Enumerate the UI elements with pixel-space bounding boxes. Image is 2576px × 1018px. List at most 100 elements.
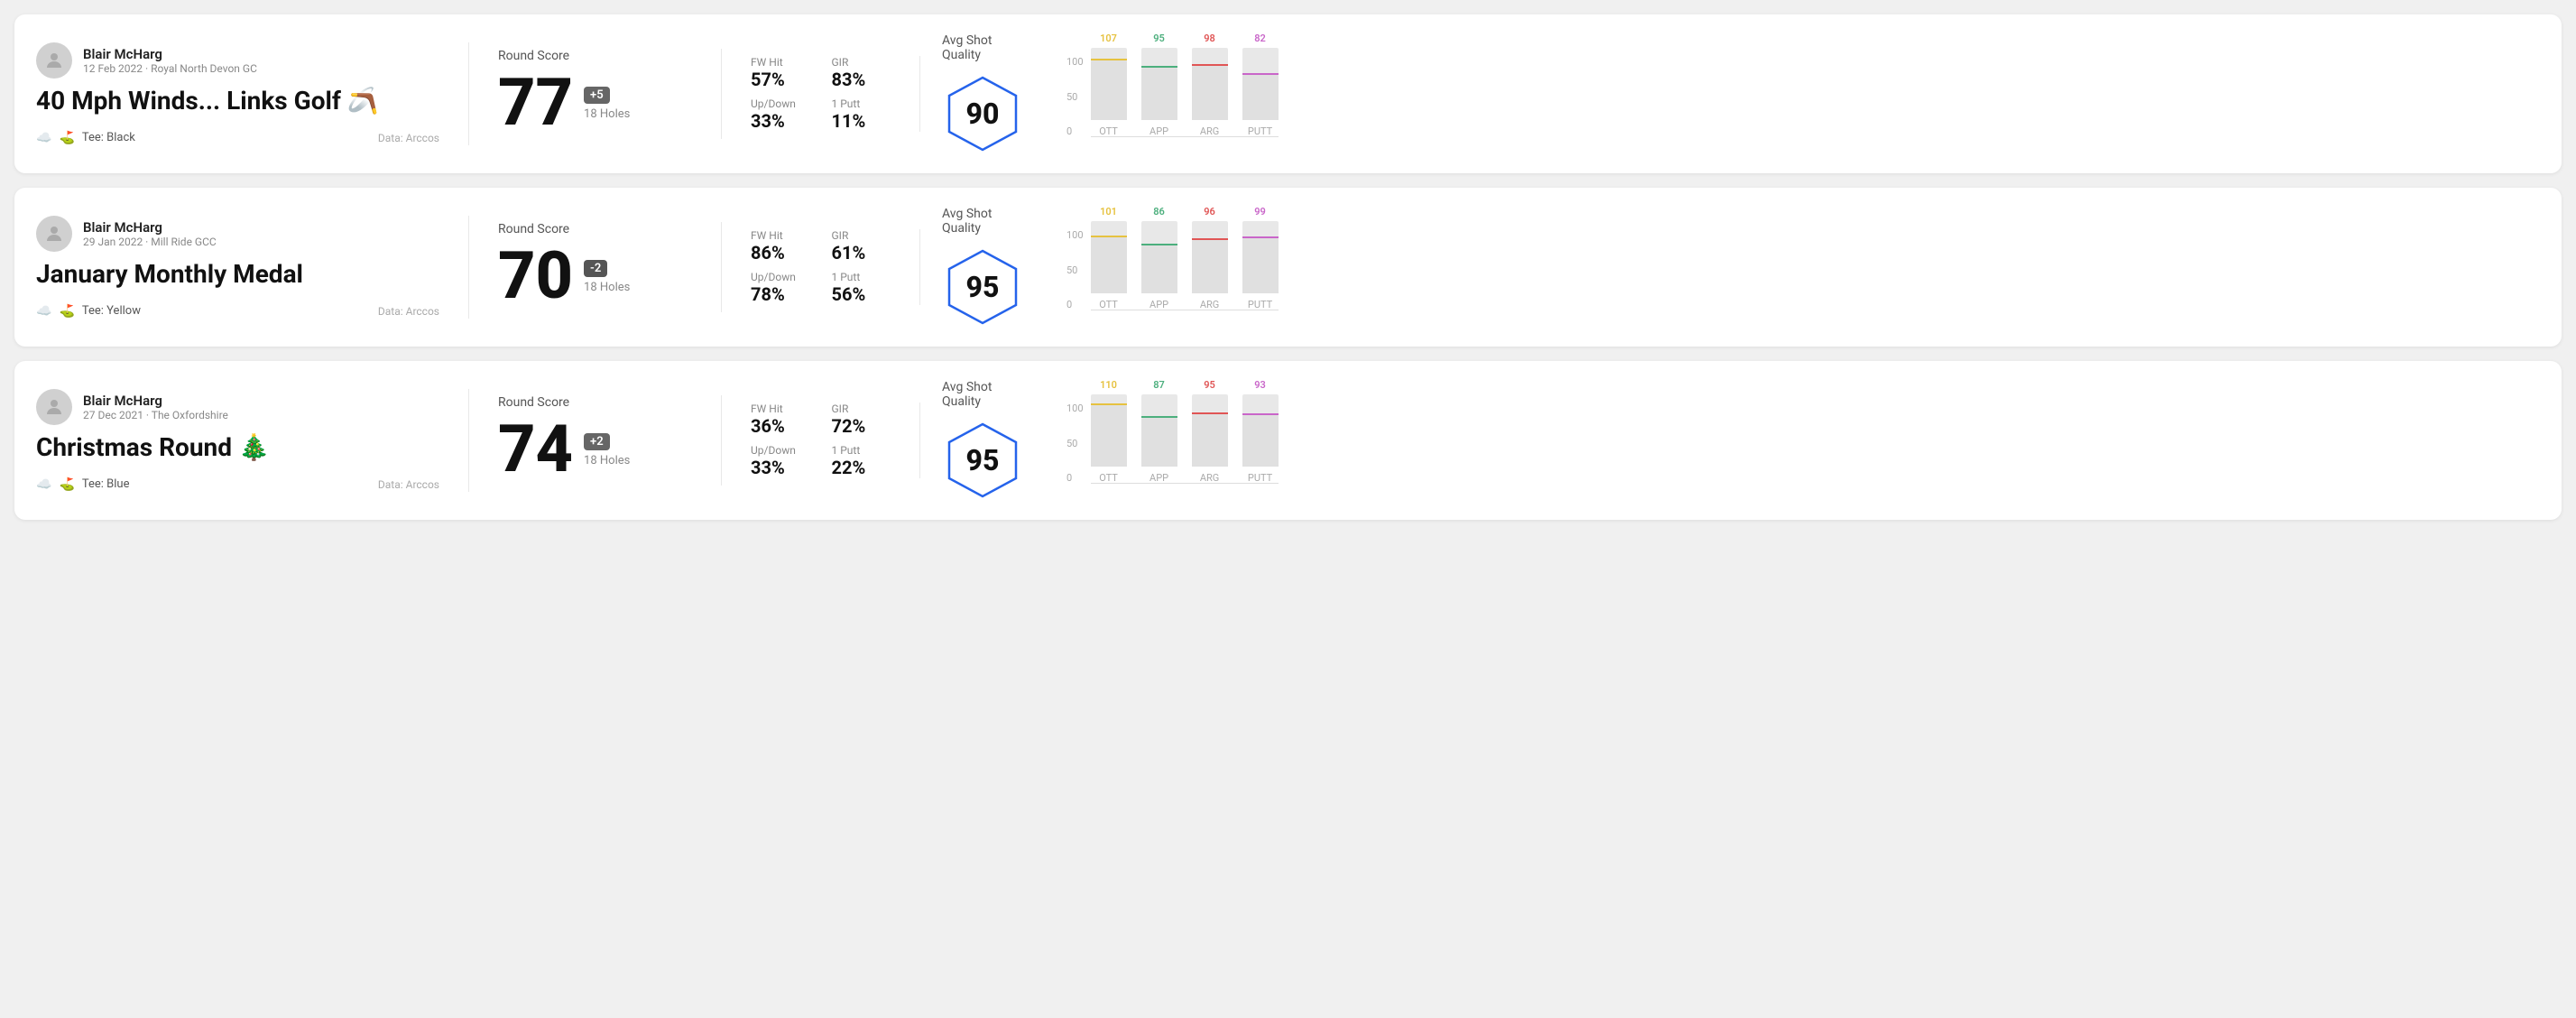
stat-item: GIR 61% xyxy=(832,229,891,264)
bar-group-app: 86 APP xyxy=(1141,206,1177,310)
y-0: 0 xyxy=(1066,472,1084,484)
user-row: Blair McHarg 27 Dec 2021 · The Oxfordshi… xyxy=(36,389,439,425)
bar-group-putt: 82 PUTT xyxy=(1242,32,1279,137)
bar-line xyxy=(1192,64,1228,66)
stat-label: GIR xyxy=(832,229,891,242)
bar-fill-bg xyxy=(1141,418,1177,467)
bar-container xyxy=(1192,394,1228,467)
stat-label: 1 Putt xyxy=(832,271,891,283)
stat-value: 36% xyxy=(751,415,810,437)
left-section: Blair McHarg 29 Jan 2022 · Mill Ride GCC… xyxy=(36,216,469,319)
score-value: 74 xyxy=(498,417,573,482)
tee-info: ☁️ ⛳ Tee: Black xyxy=(36,131,135,145)
bar-line xyxy=(1141,66,1177,68)
avatar xyxy=(36,389,72,425)
data-source: Data: Arccos xyxy=(378,132,439,144)
bar-group-app: 95 APP xyxy=(1141,32,1177,137)
bar-fill-bg xyxy=(1091,405,1127,467)
user-info: Blair McHarg 27 Dec 2021 · The Oxfordshi… xyxy=(83,393,228,421)
round-score-label: Round Score xyxy=(498,49,692,63)
bar-line xyxy=(1242,236,1279,238)
stat-item: 1 Putt 11% xyxy=(832,97,891,132)
stat-value: 78% xyxy=(751,283,810,305)
hexagon-score: 95 xyxy=(966,443,1000,477)
round-score-label: Round Score xyxy=(498,222,692,236)
round-title: Christmas Round 🎄 xyxy=(36,432,439,463)
quality-section: Avg Shot Quality 95 xyxy=(920,380,1045,501)
user-name: Blair McHarg xyxy=(83,46,257,62)
round-title: 40 Mph Winds... Links Golf 🪃 xyxy=(36,86,439,116)
y-50: 50 xyxy=(1066,91,1084,103)
hexagon: 95 xyxy=(942,420,1023,501)
bar-line xyxy=(1242,73,1279,75)
bar-container xyxy=(1242,48,1279,120)
stat-label: GIR xyxy=(832,403,891,415)
bar-group-ott: 110 OTT xyxy=(1091,379,1127,484)
bar-fill-bg xyxy=(1141,245,1177,293)
date-course: 12 Feb 2022 · Royal North Devon GC xyxy=(83,62,257,75)
hexagon: 90 xyxy=(942,73,1023,154)
stat-item: Up/Down 78% xyxy=(751,271,810,305)
bar-container xyxy=(1242,221,1279,293)
bar-value: 93 xyxy=(1254,379,1266,391)
user-name: Blair McHarg xyxy=(83,219,217,236)
stat-label: Up/Down xyxy=(751,97,810,110)
hexagon-score: 90 xyxy=(966,97,1000,131)
bar-container xyxy=(1192,221,1228,293)
quality-label: Avg Shot Quality xyxy=(942,33,1023,62)
bar-line xyxy=(1192,412,1228,414)
round-card: Blair McHarg 27 Dec 2021 · The Oxfordshi… xyxy=(14,361,2562,520)
tee-label: Tee: Yellow xyxy=(82,304,141,318)
bottom-row: ☁️ ⛳ Tee: Yellow Data: Arccos xyxy=(36,304,439,319)
bar-group-arg: 95 ARG xyxy=(1192,379,1228,484)
bar-fill-bg xyxy=(1091,60,1127,120)
chart-section: 100 50 0 107 OTT 95 APP xyxy=(1045,32,2540,155)
bar-line xyxy=(1091,59,1127,60)
tee-info: ☁️ ⛳ Tee: Yellow xyxy=(36,304,141,319)
bar-container xyxy=(1242,394,1279,467)
stat-value: 83% xyxy=(832,69,891,90)
stat-value: 86% xyxy=(751,242,810,264)
stat-value: 33% xyxy=(751,457,810,478)
data-source: Data: Arccos xyxy=(378,305,439,318)
round-card: Blair McHarg 29 Jan 2022 · Mill Ride GCC… xyxy=(14,188,2562,347)
stat-value: 57% xyxy=(751,69,810,90)
y-100: 100 xyxy=(1066,403,1084,414)
hexagon: 95 xyxy=(942,246,1023,328)
bar-value: 98 xyxy=(1204,32,1215,44)
bar-value: 86 xyxy=(1153,206,1165,217)
tee-icon: ⛳ xyxy=(59,131,74,145)
score-section: Round Score 77 +5 18 Holes xyxy=(469,49,722,139)
stat-value: 11% xyxy=(832,110,891,132)
score-badge-group: -2 18 Holes xyxy=(584,258,630,294)
score-diff-badge: -2 xyxy=(584,260,607,277)
score-badge-group: +5 18 Holes xyxy=(584,85,630,121)
bar-container xyxy=(1141,394,1177,467)
date-course: 29 Jan 2022 · Mill Ride GCC xyxy=(83,236,217,248)
bar-line xyxy=(1091,236,1127,237)
score-value: 77 xyxy=(498,70,573,135)
stat-value: 61% xyxy=(832,242,891,264)
bar-container xyxy=(1192,48,1228,120)
bar-fill-bg xyxy=(1192,414,1228,467)
tee-label: Tee: Black xyxy=(82,131,135,144)
date-course: 27 Dec 2021 · The Oxfordshire xyxy=(83,409,228,421)
bar-line xyxy=(1141,416,1177,418)
left-section: Blair McHarg 12 Feb 2022 · Royal North D… xyxy=(36,42,469,145)
y-axis: 100 50 0 xyxy=(1066,56,1084,155)
stat-item: GIR 83% xyxy=(832,56,891,90)
bar-fill-bg xyxy=(1192,240,1228,293)
y-0: 0 xyxy=(1066,125,1084,137)
stats-section: FW Hit 57% GIR 83% Up/Down 33% xyxy=(722,56,920,132)
holes-label: 18 Holes xyxy=(584,454,630,467)
bar-value: 110 xyxy=(1100,379,1117,391)
bar-container xyxy=(1091,394,1127,467)
y-axis: 100 50 0 xyxy=(1066,403,1084,502)
bar-line xyxy=(1091,403,1127,405)
bar-fill-bg xyxy=(1242,75,1279,120)
bar-container xyxy=(1141,48,1177,120)
stat-value: 56% xyxy=(832,283,891,305)
tee-icon: ⛳ xyxy=(59,304,74,319)
y-0: 0 xyxy=(1066,299,1084,310)
stats-section: FW Hit 36% GIR 72% Up/Down 33% xyxy=(722,403,920,478)
